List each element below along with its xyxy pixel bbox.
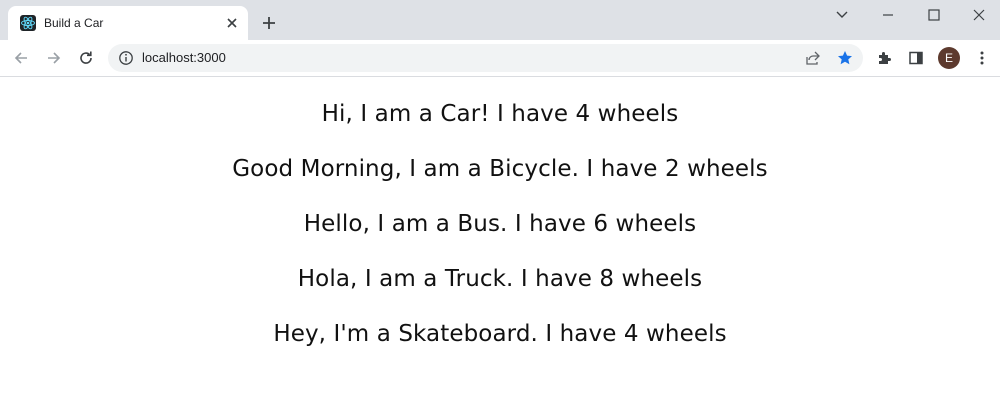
window-close-icon[interactable]: [956, 0, 1000, 30]
bicycle-greeting: Good Morning, I am a Bicycle. I have 2 w…: [232, 156, 768, 182]
tab-strip: Build a Car: [0, 0, 1000, 40]
react-icon: [20, 15, 36, 31]
close-icon[interactable]: [223, 14, 241, 32]
maximize-icon[interactable]: [911, 0, 957, 30]
info-icon[interactable]: [118, 50, 134, 66]
address-bar[interactable]: localhost:3000: [108, 44, 863, 72]
chevron-down-icon[interactable]: [819, 0, 865, 30]
forward-arrow-icon[interactable]: [42, 46, 66, 70]
reload-icon[interactable]: [74, 46, 98, 70]
more-menu-icon[interactable]: [972, 48, 992, 68]
browser-window: Build a Car localhost:3000 E Hi, I am a …: [0, 0, 1000, 414]
extensions-puzzle-icon[interactable]: [874, 48, 894, 68]
url-text[interactable]: localhost:3000: [142, 50, 226, 66]
profile-avatar[interactable]: E: [938, 47, 960, 69]
side-panel-icon[interactable]: [906, 48, 926, 68]
bookmark-star-icon[interactable]: [835, 48, 855, 68]
bus-greeting: Hello, I am a Bus. I have 6 wheels: [303, 211, 697, 237]
skateboard-greeting: Hey, I'm a Skateboard. I have 4 wheels: [273, 321, 727, 347]
page-content: Hi, I am a Car! I have 4 wheels Good Mor…: [0, 77, 1000, 414]
browser-toolbar: localhost:3000 E: [0, 40, 1000, 77]
tab-title: Build a Car: [44, 16, 104, 30]
new-tab-plus-icon[interactable]: [257, 11, 281, 35]
back-arrow-icon[interactable]: [9, 46, 33, 70]
minimize-icon[interactable]: [865, 0, 911, 30]
tab-build-a-car[interactable]: Build a Car: [8, 6, 248, 40]
car-greeting: Hi, I am a Car! I have 4 wheels: [321, 101, 679, 127]
truck-greeting: Hola, I am a Truck. I have 8 wheels: [297, 266, 703, 292]
share-icon[interactable]: [803, 48, 823, 68]
